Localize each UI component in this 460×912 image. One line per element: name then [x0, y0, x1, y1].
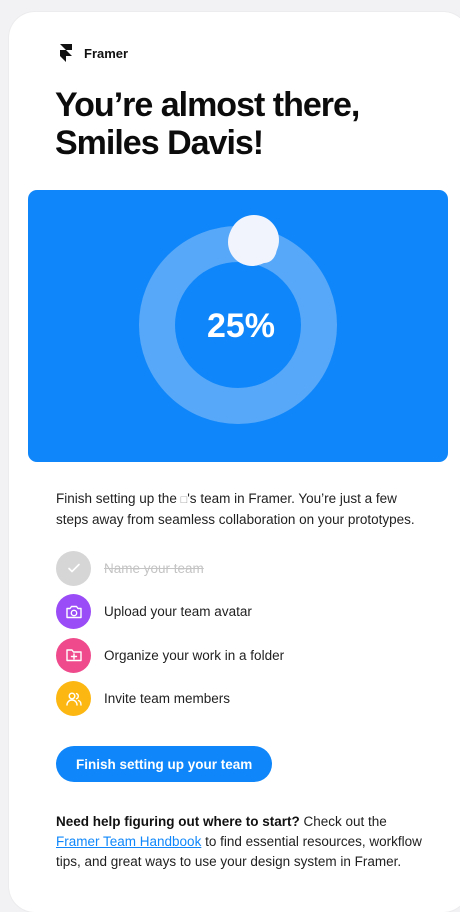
step-upload-avatar[interactable]: Upload your team avatar — [56, 594, 416, 630]
step-label: Upload your team avatar — [104, 604, 252, 619]
camera-icon — [65, 605, 82, 618]
progress-hero: 25% — [28, 190, 448, 462]
checkmark-icon — [67, 563, 80, 573]
setup-steps-list: Name your team Upload your team avatar O… — [56, 550, 416, 724]
help-text: Need help figuring out where to start? C… — [56, 812, 428, 872]
title-line-2: Smiles Davis! — [55, 124, 264, 162]
brand-header: Framer — [58, 44, 128, 62]
progress-percent: 25% — [28, 190, 448, 462]
finish-setup-button[interactable]: Finish setting up your team — [56, 746, 273, 782]
users-icon — [65, 691, 82, 706]
brand-name: Framer — [84, 45, 129, 61]
help-text-1: Check out the — [299, 814, 387, 829]
step-label: Name your team — [104, 560, 204, 576]
step-circle — [56, 550, 91, 586]
folder-plus-icon — [65, 649, 82, 662]
team-handbook-link[interactable]: Framer Team Handbook — [56, 834, 201, 849]
step-name-team[interactable]: Name your team — [56, 550, 416, 586]
intro-text-before: Finish setting up the — [56, 491, 181, 506]
help-bold-text: Need help figuring out where to start? — [56, 814, 300, 829]
step-label: Invite team members — [104, 691, 231, 706]
step-circle — [56, 681, 91, 716]
step-circle — [56, 594, 91, 629]
step-invite-members[interactable]: Invite team members — [56, 681, 416, 717]
step-label: Organize your work in a folder — [104, 647, 285, 663]
framer-logo-icon — [60, 44, 72, 62]
title-line-1: You’re almost there, — [55, 86, 360, 124]
progress-percent-label: 25% — [206, 306, 276, 345]
intro-text: Finish setting up the □'s team in Framer… — [56, 489, 428, 530]
page-title: You’re almost there, Smiles Davis! — [55, 86, 415, 162]
step-organize-folder[interactable]: Organize your work in a folder — [56, 637, 416, 673]
step-circle — [56, 637, 91, 673]
